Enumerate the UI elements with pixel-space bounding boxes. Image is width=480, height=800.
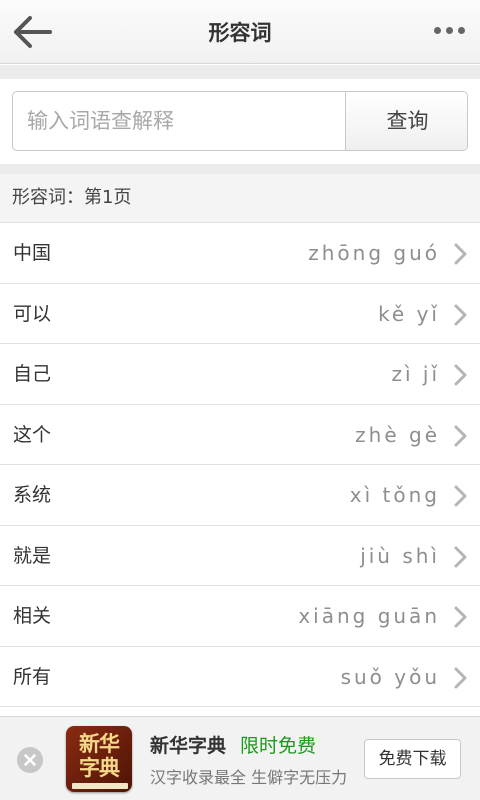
list-item[interactable]: 所有 suǒ yǒu (0, 646, 480, 707)
ad-close-button[interactable] (17, 747, 43, 773)
chevron-right-icon (454, 485, 467, 507)
search-input[interactable] (13, 92, 345, 150)
pinyin-label: zhè gè (355, 422, 440, 447)
chevron-right-icon (454, 546, 467, 567)
page-title: 形容词 (208, 21, 272, 45)
logo-text: 新华字典 (79, 731, 120, 780)
word-label: 可以 (13, 302, 52, 325)
book-pages-shape (72, 783, 128, 789)
list-item[interactable]: 这个 zhè gè (0, 404, 480, 465)
list-item[interactable]: 可以 kě yǐ (0, 283, 480, 344)
search-button[interactable]: 查询 (345, 92, 467, 150)
app-logo: 新华字典 (66, 726, 132, 792)
chevron-right-icon (454, 425, 467, 446)
pinyin-label: zì jǐ (391, 362, 440, 386)
word-list: 中国 zhōng guó 可以 kě yǐ 自己 zì jǐ 这个 zhè gè… (0, 223, 480, 707)
list-item[interactable]: 中国 zhōng guó (0, 223, 480, 284)
close-icon (24, 754, 36, 766)
divider (0, 164, 480, 174)
ad-tag: 限时免费 (240, 735, 317, 757)
chevron-right-icon (454, 364, 467, 386)
search-area: 查询 (0, 79, 480, 164)
top-bar: 形容词 (0, 0, 480, 64)
section-title: 形容词：第1页 (0, 174, 480, 223)
list-item[interactable]: 系统 xì tǒng (0, 465, 480, 526)
divider (0, 65, 480, 79)
pinyin-label: xì tǒng (349, 483, 440, 507)
word-label: 自己 (13, 363, 52, 385)
pinyin-label: xiāng guān (298, 604, 440, 628)
word-label: 就是 (13, 544, 52, 567)
ad-description: 汉字收录最全 生僻字无压力 (150, 768, 348, 787)
download-button[interactable]: 免费下载 (364, 739, 461, 779)
word-label: 相关 (13, 605, 52, 627)
list-item[interactable]: 就是 jiù shì (0, 525, 480, 586)
ad-title: 新华字典 (150, 735, 227, 757)
word-label: 中国 (13, 242, 52, 264)
word-label: 这个 (13, 423, 52, 446)
list-item[interactable]: 相关 xiāng guān (0, 586, 480, 647)
word-label: 系统 (13, 484, 52, 506)
more-dots-icon (434, 27, 441, 34)
chevron-right-icon (454, 606, 467, 628)
pinyin-label: suǒ yǒu (340, 664, 440, 689)
pinyin-label: jiù shì (360, 543, 440, 568)
chevron-right-icon (454, 304, 467, 325)
more-button[interactable] (432, 22, 468, 42)
word-label: 所有 (13, 665, 52, 688)
list-item[interactable]: 自己 zì jǐ (0, 344, 480, 405)
pinyin-label: kě yǐ (378, 301, 440, 326)
chevron-right-icon (454, 243, 467, 265)
pinyin-label: zhōng guó (308, 241, 440, 265)
chevron-right-icon (454, 667, 467, 688)
ad-banner[interactable]: 新华字典 新华字典 限时免费 汉字收录最全 生僻字无压力 免费下载 (0, 716, 480, 800)
search-box: 查询 (12, 91, 468, 151)
